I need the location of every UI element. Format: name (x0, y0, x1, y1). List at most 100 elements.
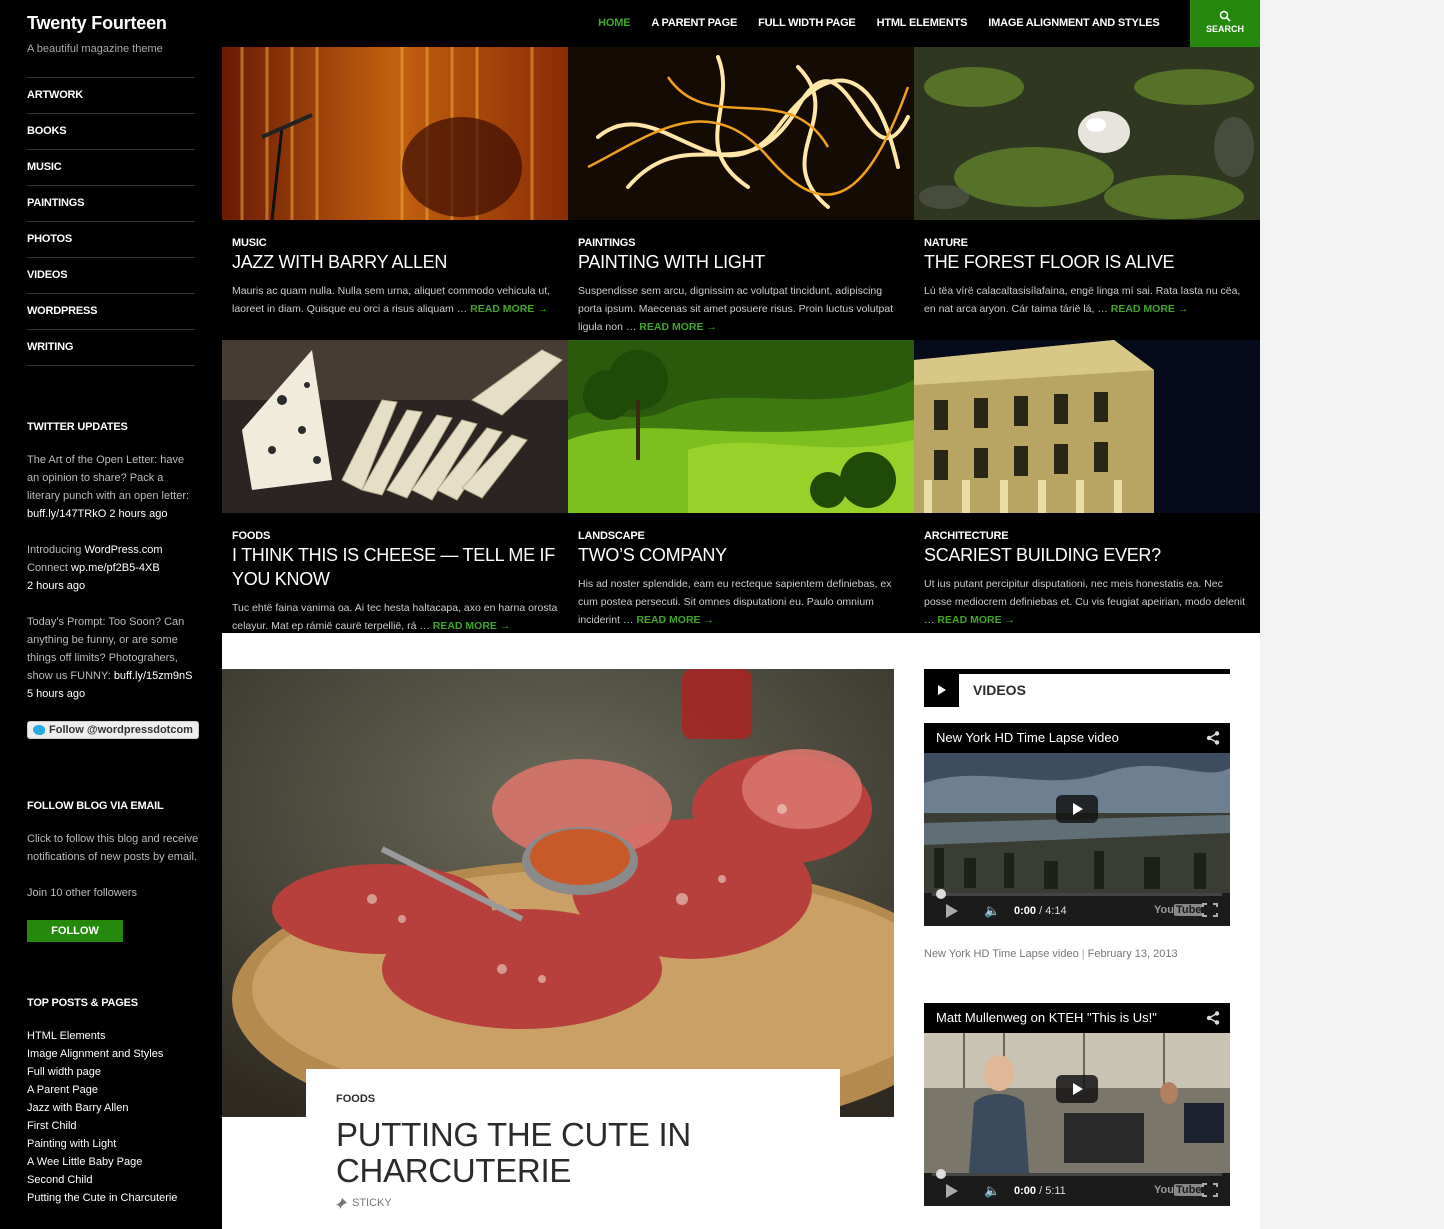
post-title[interactable]: SCARIEST BUILDING EVER? (924, 543, 1250, 567)
play-icon[interactable] (946, 904, 958, 918)
tweet-time[interactable]: 5 hours ago (27, 688, 85, 700)
video-title[interactable]: Matt Mullenweg on KTEH "This is Us!" (936, 1010, 1157, 1025)
featured-post: LANDSCAPE TWO’S COMPANY His ad noster sp… (568, 340, 914, 633)
category-item-photos[interactable]: PHOTOS (27, 222, 195, 258)
tweet: The Art of the Open Letter: have an opin… (27, 451, 199, 523)
progress-knob[interactable] (936, 889, 946, 899)
top-post-link[interactable]: A Parent Page (27, 1081, 199, 1099)
top-post-link[interactable]: A Wee Little Baby Page (27, 1153, 199, 1171)
progress-knob[interactable] (936, 1169, 946, 1179)
primary-menu: HOME A PARENT PAGE FULL WIDTH PAGE HTML … (588, 0, 1170, 47)
video-player[interactable]: New York HD Time Lapse video 🔈 0:00 / 4:… (924, 723, 1230, 926)
search-button[interactable]: SEARCH (1190, 0, 1260, 47)
videos-widget-title[interactable]: VIDEOS (973, 682, 1026, 698)
read-more-link[interactable]: READ MORE → (470, 303, 548, 315)
nav-image-alignment[interactable]: IMAGE ALIGNMENT AND STYLES (978, 0, 1170, 47)
site-description: A beautiful magazine theme (27, 43, 163, 55)
follow-button[interactable]: FOLLOW (27, 920, 123, 942)
top-post-link[interactable]: Second Child (27, 1171, 199, 1189)
post-category[interactable]: PAINTINGS (578, 237, 904, 249)
category-item-music[interactable]: MUSIC (27, 150, 195, 186)
video-title[interactable]: New York HD Time Lapse video (936, 730, 1119, 745)
top-post-link[interactable]: Image Alignment and Styles (27, 1045, 199, 1063)
post-category[interactable]: FOODS (232, 530, 558, 542)
featured-post: ARCHITECTURE SCARIEST BUILDING EVER? Ut … (914, 340, 1260, 633)
tweet-link[interactable]: wp.me/pf2B5-4XB (71, 562, 160, 574)
video-progress-bar[interactable] (932, 889, 1222, 899)
play-overlay-button[interactable] (1056, 795, 1098, 823)
post-category[interactable]: NATURE (924, 237, 1250, 249)
video-player[interactable]: Matt Mullenweg on KTEH "This is Us!" 🔈 0… (924, 1003, 1230, 1206)
featured-image-building[interactable] (914, 340, 1260, 513)
post-title[interactable]: I THINK THIS IS CHEESE — TELL ME IF YOU … (232, 543, 558, 591)
category-item-wordpress[interactable]: WORDPRESS (27, 294, 195, 330)
post-category[interactable]: FOODS (336, 1093, 810, 1105)
youtube-logo[interactable]: You Tube (1154, 904, 1204, 916)
category-item-artwork[interactable]: ARTWORK (27, 78, 195, 114)
twitter-bird-icon (33, 725, 45, 735)
nav-home[interactable]: HOME (588, 0, 641, 47)
featured-image-landscape[interactable] (568, 340, 914, 513)
read-more-link[interactable]: READ MORE → (636, 614, 714, 626)
nav-parent-page[interactable]: A PARENT PAGE (641, 0, 748, 47)
tweet-time[interactable]: 2 hours ago (27, 580, 85, 592)
post-title[interactable]: THE FOREST FLOOR IS ALIVE (924, 250, 1250, 274)
sticky-text: STICKY (352, 1197, 392, 1209)
top-post-link[interactable]: HTML Elements (27, 1027, 199, 1045)
read-more-link[interactable]: READ MORE → (639, 321, 717, 333)
tweet: Today's Prompt: Too Soon? Can anything b… (27, 613, 199, 703)
featured-image-cheese[interactable] (222, 340, 568, 513)
post-title[interactable]: TWO’S COMPANY (578, 543, 904, 567)
featured-image-light-painting[interactable] (568, 47, 914, 220)
top-post-link[interactable]: Painting with Light (27, 1135, 199, 1153)
top-post-link[interactable]: Putting the Cute in Charcuterie (27, 1189, 199, 1207)
tweet-link[interactable]: WordPress.com (85, 544, 163, 556)
top-post-link[interactable]: Jazz with Barry Allen (27, 1099, 199, 1117)
post-category[interactable]: MUSIC (232, 237, 558, 249)
volume-icon[interactable]: 🔈 (984, 1183, 1000, 1199)
video-date[interactable]: February 13, 2013 (1088, 948, 1178, 960)
category-item-videos[interactable]: VIDEOS (27, 258, 195, 294)
post-title[interactable]: JAZZ WITH BARRY ALLEN (232, 250, 558, 274)
video-caption-title[interactable]: New York HD Time Lapse video (924, 948, 1079, 960)
post-category[interactable]: LANDSCAPE (578, 530, 904, 542)
main-post-title[interactable]: PUTTING THE CUTE IN CHARCUTERIE (336, 1117, 810, 1189)
share-icon[interactable] (1206, 731, 1220, 745)
volume-icon[interactable]: 🔈 (984, 903, 1000, 919)
tweet-text: Introducing (27, 544, 82, 556)
nav-html-elements[interactable]: HTML ELEMENTS (866, 0, 978, 47)
category-item-paintings[interactable]: PAINTINGS (27, 186, 195, 222)
main-post-image-charcuterie[interactable] (222, 669, 894, 1117)
top-post-link[interactable]: Full width page (27, 1063, 199, 1081)
featured-image-concert[interactable] (222, 47, 568, 221)
email-widget-text: Click to follow this blog and receive no… (27, 833, 199, 863)
featured-image-forest-floor[interactable] (914, 47, 1260, 220)
read-more-link[interactable]: READ MORE → (433, 620, 511, 632)
nav-full-width-page[interactable]: FULL WIDTH PAGE (748, 0, 866, 47)
top-post-link[interactable]: First Child (27, 1117, 199, 1135)
fullscreen-icon[interactable] (1201, 902, 1219, 918)
twitter-follow-button[interactable]: Follow @wordpressdotcom (27, 721, 199, 739)
twitter-widget-title: TWITTER UPDATES (27, 421, 128, 433)
video-time: 0:00 / 5:11 (1014, 1185, 1066, 1197)
share-icon[interactable] (1206, 1011, 1220, 1025)
tweet-time[interactable]: 2 hours ago (109, 508, 167, 520)
youtube-logo[interactable]: You Tube (1154, 1184, 1204, 1196)
category-item-writing[interactable]: WRITING (27, 330, 195, 366)
site-title[interactable]: Twenty Fourteen (27, 0, 195, 46)
play-overlay-button[interactable] (1056, 1075, 1098, 1103)
video-controls: 🔈 0:00 / 5:11 You Tube (924, 1169, 1230, 1206)
category-item-books[interactable]: BOOKS (27, 114, 195, 150)
youtube-logo-tube: Tube (1173, 904, 1204, 916)
read-more-link[interactable]: READ MORE → (937, 614, 1015, 626)
fullscreen-icon[interactable] (1201, 1182, 1219, 1198)
category-menu: ARTWORK BOOKS MUSIC PAINTINGS PHOTOS VID… (27, 77, 195, 366)
post-title[interactable]: PAINTING WITH LIGHT (578, 250, 904, 274)
post-category[interactable]: ARCHITECTURE (924, 530, 1250, 542)
video-progress-bar[interactable] (932, 1169, 1222, 1179)
tweet-link[interactable]: buff.ly/147TRkO (27, 508, 106, 520)
read-more-link[interactable]: READ MORE → (1111, 303, 1189, 315)
tweet-link[interactable]: buff.ly/15zm9nS (114, 670, 193, 682)
play-icon[interactable] (946, 1184, 958, 1198)
left-sidebar: Twenty Fourteen A beautiful magazine the… (0, 0, 222, 1229)
